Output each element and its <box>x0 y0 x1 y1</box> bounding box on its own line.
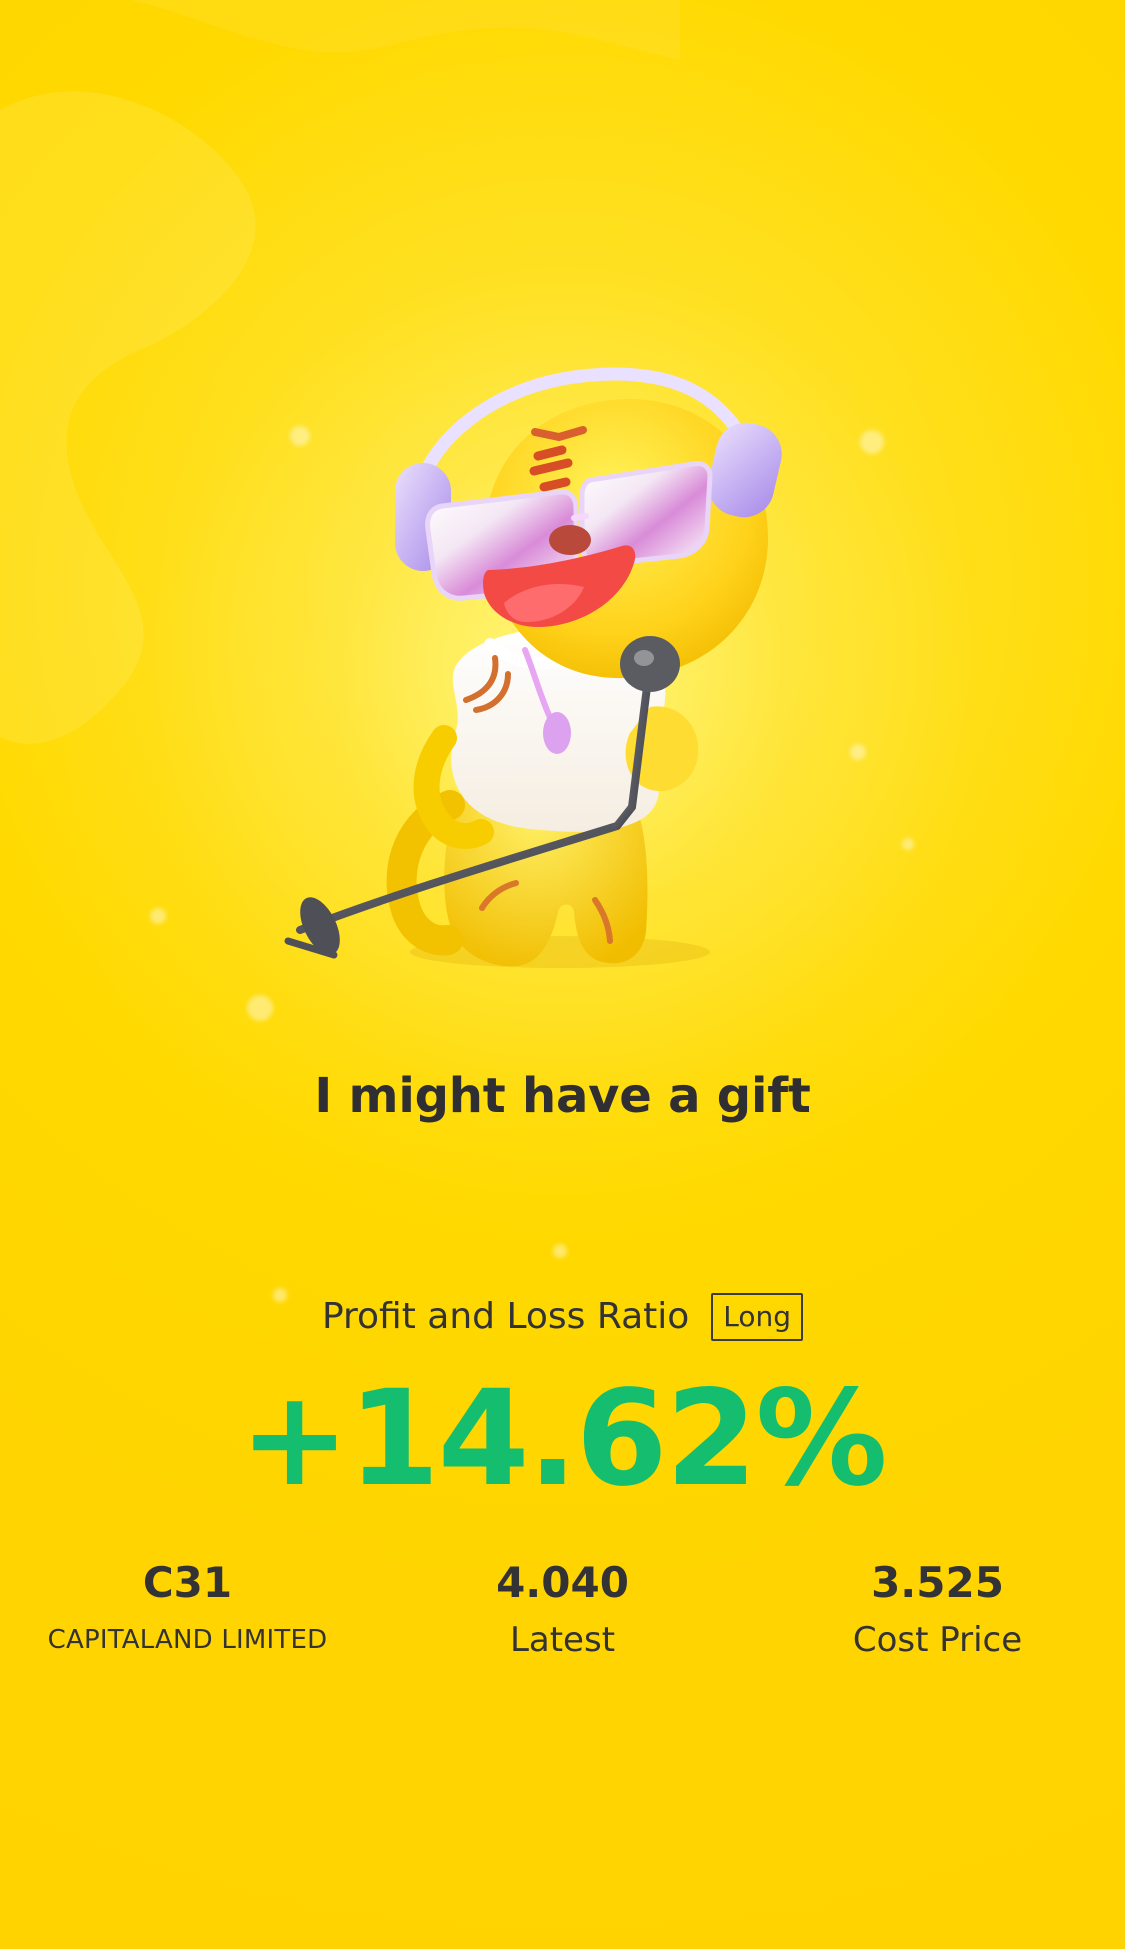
sparkle-dot <box>850 744 866 760</box>
stock-code-value: C31 <box>142 1558 233 1607</box>
profit-loss-ratio-value: +14.62% <box>239 1362 887 1516</box>
cost-price-stat: 3.525 Cost Price <box>750 1552 1125 1664</box>
headline-title: I might have a gift <box>314 1068 811 1124</box>
latest-price-stat: 4.040 Latest <box>375 1552 750 1664</box>
cost-price-label: Cost Price <box>852 1620 1023 1660</box>
latest-price-value: 4.040 <box>496 1558 629 1607</box>
stock-code-stat: C31 CAPITALAND LIMITED <box>0 1552 375 1664</box>
cost-price-value: 3.525 <box>871 1558 1004 1607</box>
sparkle-dot <box>902 838 914 850</box>
sparkle-dot <box>553 1244 567 1258</box>
profit-loss-ratio-label: Profit and Loss Ratio <box>321 1296 690 1337</box>
sparkle-dot <box>150 908 166 924</box>
sparkle-dot <box>860 430 884 454</box>
sparkle-dot <box>247 995 273 1021</box>
latest-price-label: Latest <box>509 1620 616 1660</box>
tiger-mascot-illustration <box>284 340 820 980</box>
stock-company-name: CAPITALAND LIMITED <box>47 1625 328 1655</box>
share-card: I might have a gift Profit and Loss Rati… <box>0 0 1125 1949</box>
long-position-badge: Long <box>711 1293 804 1341</box>
profit-loss-ratio-row: Profit and Loss Ratio Long <box>0 1290 1125 1344</box>
position-stats: C31 CAPITALAND LIMITED 4.040 Latest 3.52… <box>0 1552 1125 1664</box>
